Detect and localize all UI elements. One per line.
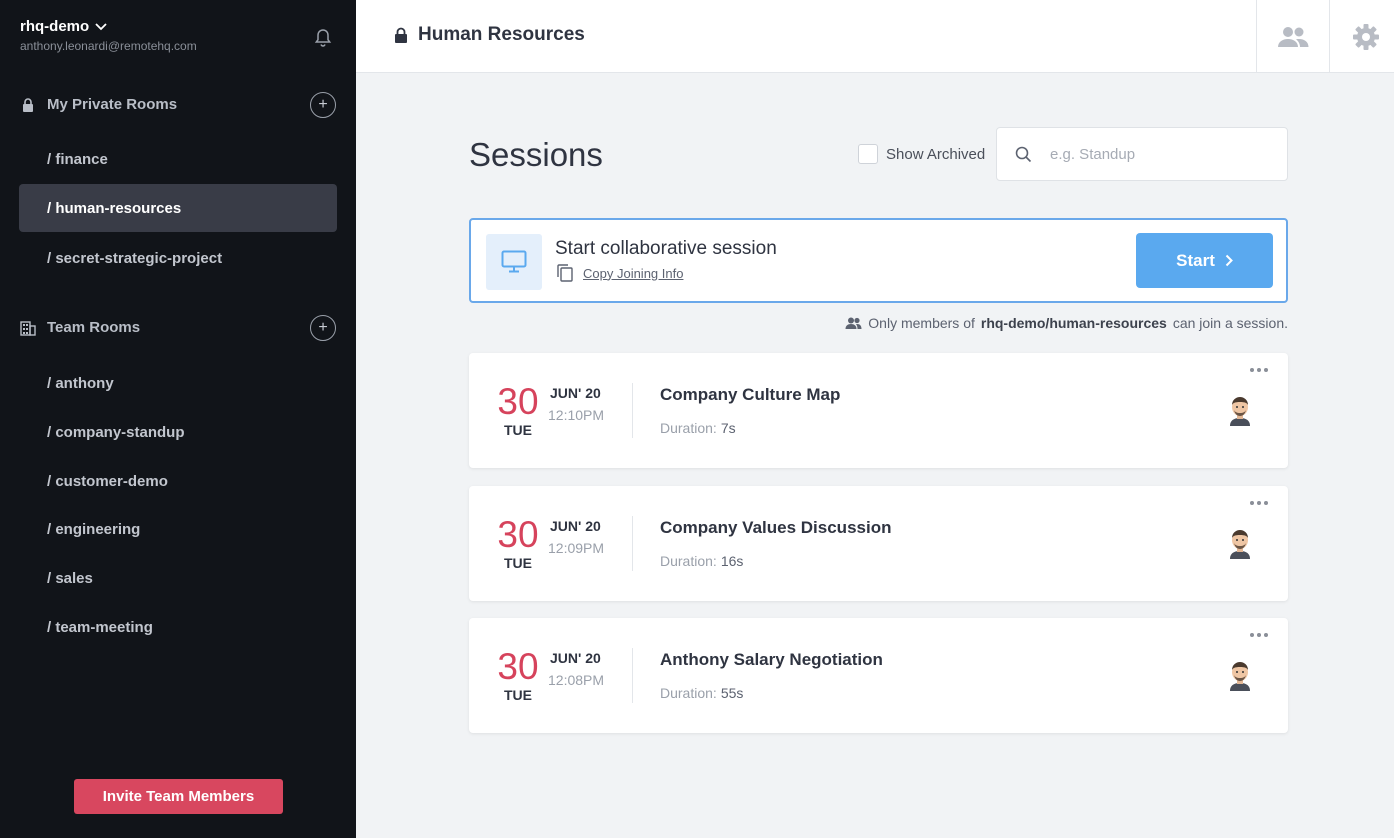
add-team-room-button[interactable]: + <box>310 314 336 341</box>
notice-room: rhq-demo/human-resources <box>980 315 1167 331</box>
start-button-label: Start <box>1176 250 1215 270</box>
sessions-heading: Sessions <box>469 136 603 173</box>
monitor-icon-box <box>486 234 542 290</box>
more-options-icon[interactable] <box>1250 365 1270 375</box>
private-rooms-label: My Private Rooms <box>47 96 178 113</box>
session-card[interactable]: 30 TUE JUN' 20 12:09PM Company Values Di… <box>469 486 1288 601</box>
session-duration: Duration: 16s <box>660 553 743 569</box>
sidebar-item-human-resources[interactable]: / human-resources <box>19 184 337 232</box>
sidebar-item-engineering[interactable]: / engineering <box>19 505 337 553</box>
avatar <box>1230 397 1250 426</box>
people-icon <box>845 317 862 329</box>
plus-icon: + <box>318 318 328 336</box>
gear-icon <box>1352 23 1379 50</box>
sidebar-item-team-meeting[interactable]: / team-meeting <box>19 603 337 651</box>
session-card[interactable]: 30 TUE JUN' 20 12:08PM Anthony Salary Ne… <box>469 618 1288 733</box>
sidebar-item-finance[interactable]: / finance <box>19 135 337 183</box>
session-day: 30 <box>497 514 539 555</box>
session-weekday: TUE <box>504 555 532 571</box>
sidebar-item-customer-demo[interactable]: / customer-demo <box>19 457 337 505</box>
search-input[interactable] <box>1050 145 1250 163</box>
search-box[interactable] <box>996 127 1288 181</box>
session-duration: Duration: 7s <box>660 420 736 436</box>
session-duration: Duration: 55s <box>660 685 743 701</box>
chevron-down-icon <box>95 22 107 30</box>
sidebar-item-company-standup[interactable]: / company-standup <box>19 408 337 456</box>
session-day: 30 <box>497 381 539 422</box>
start-session-title: Start collaborative session <box>555 238 777 259</box>
copy-joining-info-link[interactable]: Copy Joining Info <box>555 264 683 282</box>
user-email: anthony.leonardi@remotehq.com <box>20 39 197 53</box>
session-time: 12:08PM <box>548 672 605 688</box>
session-divider <box>632 516 633 571</box>
sidebar-item-sales[interactable]: / sales <box>19 554 337 602</box>
lock-icon <box>395 27 407 43</box>
duration-value: 55s <box>720 685 744 701</box>
session-month: JUN' 20 <box>550 650 601 666</box>
building-icon <box>20 320 36 336</box>
avatar <box>1230 662 1250 691</box>
duration-value: 16s <box>720 553 744 569</box>
show-archived-label: Show Archived <box>886 145 986 163</box>
people-icon <box>1277 26 1308 47</box>
monitor-icon <box>501 250 527 273</box>
duration-label: Duration: <box>660 553 717 569</box>
sidebar-item-anthony[interactable]: / anthony <box>19 359 337 407</box>
lock-icon <box>23 97 33 112</box>
page-title: Human Resources <box>394 24 585 46</box>
copy-joining-info-label[interactable]: Copy Joining Info <box>583 266 683 281</box>
more-options-icon[interactable] <box>1250 630 1270 640</box>
team-rooms-header: Team Rooms + <box>20 314 338 341</box>
session-title[interactable]: Company Values Discussion <box>660 518 891 538</box>
more-options-icon[interactable] <box>1250 498 1270 508</box>
session-weekday: TUE <box>504 687 532 703</box>
session-divider <box>632 383 633 438</box>
invite-team-members-button[interactable]: Invite Team Members <box>74 779 283 814</box>
session-month: JUN' 20 <box>550 385 601 401</box>
search-icon <box>1015 146 1032 162</box>
session-title[interactable]: Company Culture Map <box>660 385 840 405</box>
chevron-right-icon <box>1225 254 1233 267</box>
notice-prefix: Only members of <box>868 315 975 331</box>
session-month: JUN' 20 <box>550 518 601 534</box>
bell-icon[interactable] <box>314 28 332 48</box>
team-rooms-label: Team Rooms <box>47 319 141 336</box>
add-private-room-button[interactable]: + <box>310 91 336 118</box>
show-archived-checkbox[interactable] <box>858 144 878 164</box>
start-session-card: Start collaborative session Copy Joining… <box>469 218 1288 303</box>
session-day: 30 <box>497 646 539 687</box>
membership-notice: Only members of rhq-demo/human-resources… <box>845 315 1288 331</box>
duration-value: 7s <box>720 420 736 436</box>
session-card[interactable]: 30 TUE JUN' 20 12:10PM Company Culture M… <box>469 353 1288 468</box>
copy-icon <box>557 264 573 282</box>
duration-label: Duration: <box>660 420 717 436</box>
session-time: 12:10PM <box>548 407 605 423</box>
duration-label: Duration: <box>660 685 717 701</box>
avatar <box>1230 530 1250 559</box>
workspace-switcher[interactable]: rhq-demo anthony.leonardi@remotehq.com <box>20 18 197 53</box>
workspace-name[interactable]: rhq-demo <box>20 18 89 35</box>
sidebar: rhq-demo anthony.leonardi@remotehq.com M… <box>0 0 356 838</box>
members-button[interactable] <box>1256 0 1328 73</box>
show-archived-toggle[interactable]: Show Archived <box>858 144 985 164</box>
room-title: Human Resources <box>418 24 585 45</box>
private-rooms-header: My Private Rooms + <box>20 91 338 118</box>
session-title[interactable]: Anthony Salary Negotiation <box>660 650 883 670</box>
settings-button[interactable] <box>1329 0 1394 73</box>
notice-suffix: can join a session. <box>1172 315 1288 331</box>
start-button[interactable]: Start <box>1136 233 1273 288</box>
sidebar-item-secret-strategic-project[interactable]: / secret-strategic-project <box>19 234 337 282</box>
session-divider <box>632 648 633 703</box>
plus-icon: + <box>318 95 328 113</box>
header: Human Resources <box>356 0 1394 73</box>
session-time: 12:09PM <box>548 540 605 556</box>
session-weekday: TUE <box>504 422 532 438</box>
